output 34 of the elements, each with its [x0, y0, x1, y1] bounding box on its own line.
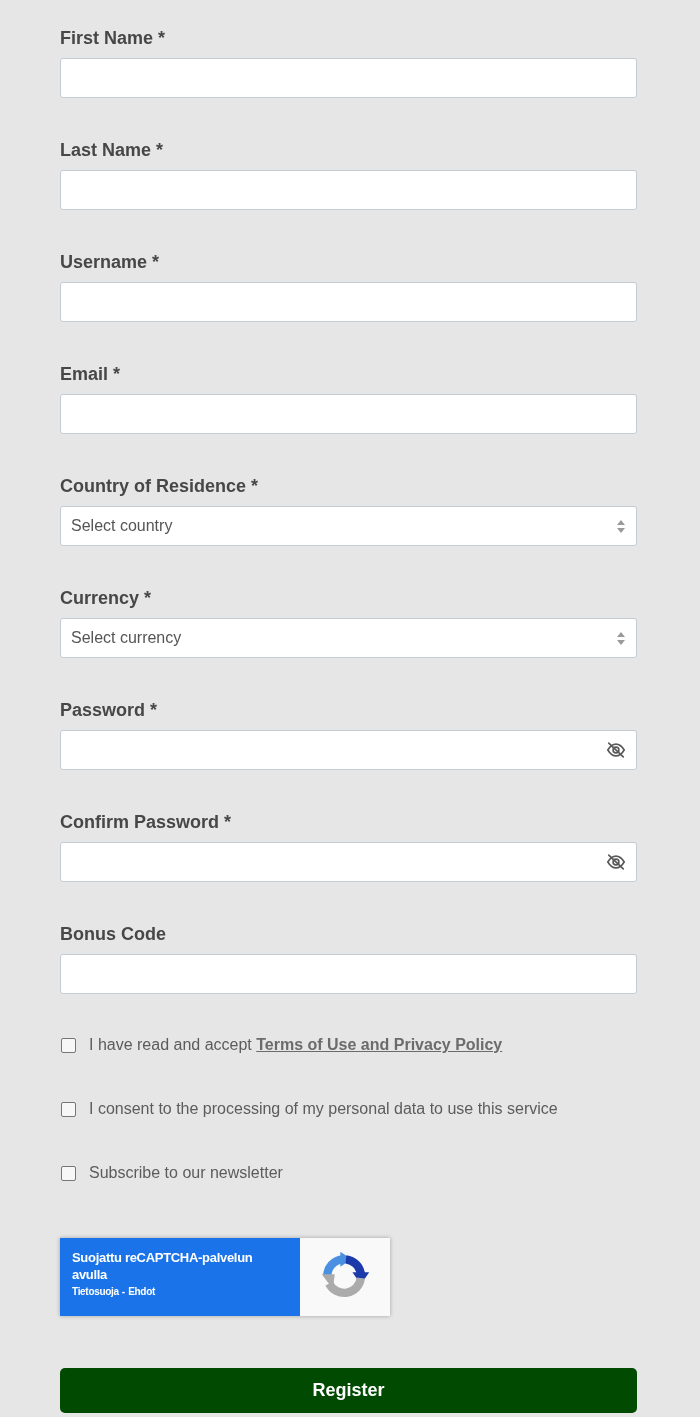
checkbox-label: I have read and accept Terms of Use and Privacy Policy	[89, 1035, 503, 1055]
terms-link[interactable]: Ehdot	[128, 1285, 155, 1299]
privacy-link[interactable]: Tietosuoja	[72, 1285, 119, 1299]
submit-button[interactable]: Register	[60, 1368, 637, 1413]
checkbox[interactable]	[61, 1165, 76, 1181]
field-label: Password *	[60, 699, 159, 722]
checkbox[interactable]	[61, 1101, 76, 1117]
text-input-field[interactable]	[60, 394, 637, 434]
field-label: Currency *	[60, 587, 153, 610]
recaptcha-notice-text: Suojattu reCAPTCHA-palvelun avulla	[72, 1249, 254, 1283]
text-input-field[interactable]	[60, 954, 637, 994]
field-label: Confirm Password *	[60, 811, 233, 834]
field-label: Email *	[60, 363, 122, 386]
text-input-field[interactable]	[60, 170, 637, 210]
field-label: First Name *	[60, 27, 167, 50]
dropdown-field[interactable]: Select currency	[60, 618, 637, 658]
password-field[interactable]	[60, 730, 637, 770]
terms-link[interactable]: Terms of Use and Privacy Policy	[256, 1036, 503, 1053]
checkbox[interactable]	[61, 1037, 76, 1053]
eye-off-icon[interactable]	[606, 853, 626, 871]
link-separator: -	[121, 1285, 126, 1299]
password-field[interactable]	[60, 842, 637, 882]
field-label: Bonus Code	[60, 923, 167, 946]
up-down-arrows-icon	[617, 631, 625, 645]
up-down-arrows-icon	[617, 519, 625, 533]
text-input-field[interactable]	[60, 58, 637, 98]
text-input-field[interactable]	[60, 282, 637, 322]
checkbox-label: I consent to the processing of my personal data to use this service	[89, 1099, 558, 1119]
eye-off-icon[interactable]	[606, 741, 626, 759]
field-label: Username *	[60, 251, 161, 274]
dropdown-field[interactable]: Select country	[60, 506, 637, 546]
field-label: Last Name *	[60, 139, 165, 162]
field-label: Country of Residence *	[60, 475, 260, 498]
checkbox-label: Subscribe to our newsletter	[89, 1163, 283, 1183]
